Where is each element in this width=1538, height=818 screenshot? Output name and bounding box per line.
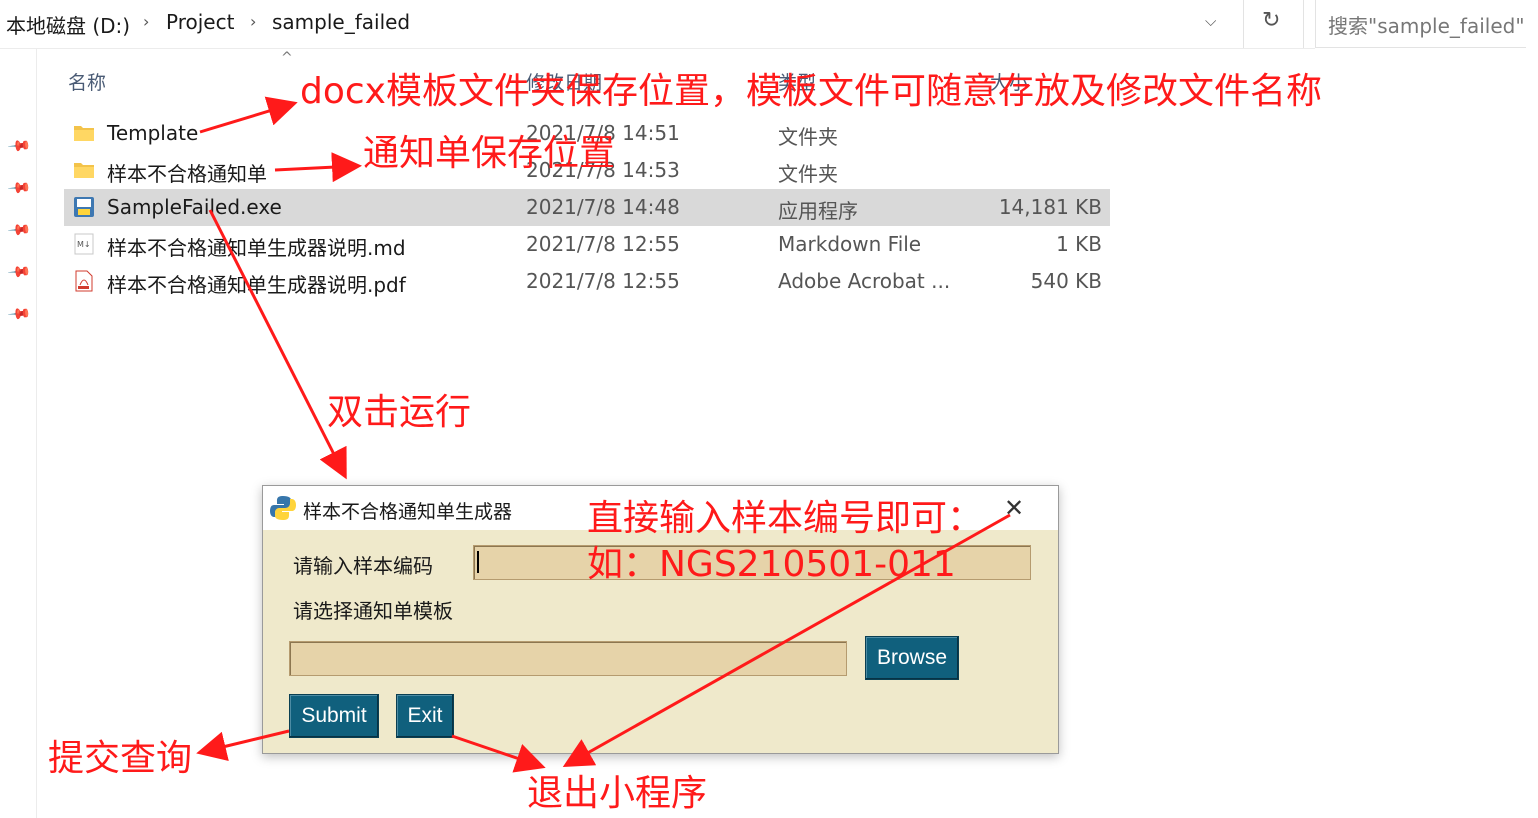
file-date: 2021/7/8 12:55 (526, 269, 680, 293)
submit-button[interactable]: Submit (289, 694, 379, 738)
search-input[interactable]: 搜索"sample_failed" (1315, 0, 1526, 48)
file-row-sample-failed-exe[interactable]: SampleFailed.exe 2021/7/8 14:48 应用程序 14,… (64, 189, 1110, 226)
annotation-exit: 退出小程序 (527, 773, 708, 814)
pin-icon[interactable]: 📌 (6, 133, 32, 159)
folder-icon (74, 126, 94, 141)
breadcrumb-drive[interactable]: 本地磁盘 (D:) (6, 10, 130, 39)
sort-caret-icon: ^ (281, 50, 293, 66)
python-exe-icon (74, 197, 94, 217)
app-title: 样本不合格通知单生成器 (303, 501, 513, 523)
file-size: 540 KB (1030, 269, 1102, 293)
file-type: 应用程序 (778, 199, 858, 223)
divider (1303, 0, 1304, 48)
file-name: 样本不合格通知单生成器说明.md (107, 236, 406, 260)
annotation-double-click: 双击运行 (327, 392, 472, 433)
breadcrumb-project[interactable]: Project (166, 10, 234, 34)
file-type: Adobe Acrobat ... (778, 269, 951, 293)
pin-icon[interactable]: 📌 (6, 301, 32, 327)
folder-icon (74, 163, 94, 178)
python-logo-icon (270, 496, 296, 520)
annotation-input-note-1: 直接输入样本编号即可： (587, 498, 984, 539)
navigation-pane: 📌 📌 📌 📌 📌 (0, 49, 37, 818)
file-name: 样本不合格通知单 (107, 162, 267, 186)
close-icon[interactable]: ✕ (1004, 494, 1024, 522)
file-date: 2021/7/8 12:55 (526, 232, 680, 256)
markdown-icon: M↓ (74, 233, 94, 255)
address-bar: 本地磁盘 (D:) › Project › sample_failed ⌵ ↻ … (0, 0, 1538, 48)
pin-icon[interactable]: 📌 (6, 259, 32, 285)
annotation-template-note: docx模板文件夹保存位置，模板文件可随意存放及修改文件名称 (300, 71, 1322, 112)
exit-button[interactable]: Exit (396, 694, 454, 738)
pdf-icon (75, 270, 93, 292)
column-header-name[interactable]: 名称 (68, 68, 106, 95)
divider (0, 48, 1315, 49)
browse-button[interactable]: Browse (865, 636, 959, 680)
file-name: Template (107, 121, 199, 145)
breadcrumb-separator-icon[interactable]: › (143, 12, 149, 31)
file-row-readme-pdf[interactable]: 样本不合格通知单生成器说明.pdf 2021/7/8 12:55 Adobe A… (64, 263, 1110, 300)
template-label: 请选择通知单模板 (293, 599, 453, 623)
file-type: 文件夹 (778, 125, 838, 149)
refresh-icon[interactable]: ↻ (1262, 8, 1280, 33)
sample-code-label: 请输入样本编码 (293, 554, 433, 578)
text-cursor (477, 551, 479, 573)
address-history-chevron-down-icon[interactable]: ⌵ (1205, 12, 1216, 30)
file-size: 1 KB (1056, 232, 1102, 256)
pin-icon[interactable]: 📌 (6, 217, 32, 243)
file-name: SampleFailed.exe (107, 195, 282, 219)
pin-icon[interactable]: 📌 (6, 175, 32, 201)
annotation-notice-folder: 通知单保存位置 (363, 133, 616, 174)
breadcrumb-sample-failed[interactable]: sample_failed (272, 10, 410, 34)
svg-text:M↓: M↓ (77, 240, 91, 249)
search-placeholder: 搜索"sample_failed" (1328, 14, 1525, 38)
file-size: 14,181 KB (998, 195, 1102, 219)
file-name: 样本不合格通知单生成器说明.pdf (107, 273, 406, 297)
file-row-readme-md[interactable]: M↓ 样本不合格通知单生成器说明.md 2021/7/8 12:55 Markd… (64, 226, 1110, 263)
file-type: 文件夹 (778, 162, 838, 186)
file-type: Markdown File (778, 232, 922, 256)
annotation-submit: 提交查询 (48, 738, 193, 779)
file-date: 2021/7/8 14:48 (526, 195, 680, 219)
annotation-input-note-2: 如：NGS210501-011 (587, 544, 956, 585)
divider (1243, 0, 1244, 48)
breadcrumb-separator-icon[interactable]: › (250, 12, 256, 31)
template-path-input[interactable] (289, 641, 847, 676)
